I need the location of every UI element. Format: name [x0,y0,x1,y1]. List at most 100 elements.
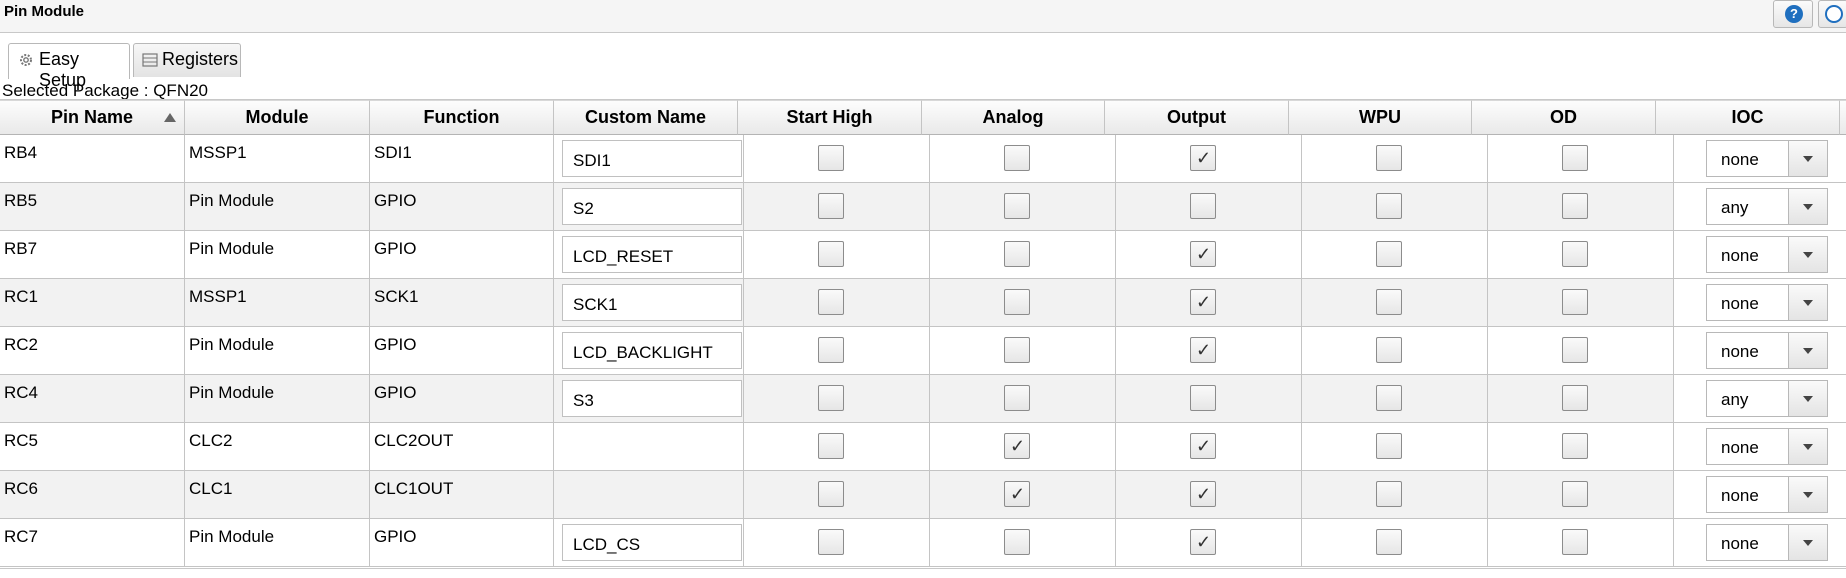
cell-output: ✓ [1116,135,1302,183]
ioc-dropdown-button[interactable] [1788,237,1827,272]
table-row[interactable]: RC6 CLC1 CLC1OUT ✓ ✓ none [0,471,1846,519]
start-high-checkbox[interactable] [818,193,844,219]
wpu-checkbox[interactable] [1376,193,1402,219]
ioc-select[interactable]: none [1706,332,1828,369]
cell-wpu [1302,375,1488,423]
custom-name-field[interactable]: LCD_RESET [562,236,742,273]
analog-checkbox[interactable] [1004,337,1030,363]
table-row[interactable]: RB5 Pin Module GPIO S2 any [0,183,1846,231]
analog-checkbox[interactable] [1004,529,1030,555]
table-row[interactable]: RB7 Pin Module GPIO LCD_RESET ✓ none [0,231,1846,279]
output-checkbox[interactable] [1190,385,1216,411]
ioc-select[interactable]: none [1706,476,1828,513]
start-high-checkbox[interactable] [818,145,844,171]
ioc-select[interactable]: none [1706,236,1828,273]
ioc-dropdown-button[interactable] [1788,141,1827,176]
custom-name-field[interactable]: LCD_CS [562,524,742,561]
output-checkbox[interactable]: ✓ [1190,481,1216,507]
analog-checkbox[interactable] [1004,385,1030,411]
column-header-start-high[interactable]: Start High [738,100,922,135]
start-high-checkbox[interactable] [818,289,844,315]
analog-checkbox[interactable]: ✓ [1004,481,1030,507]
table-row[interactable]: RC5 CLC2 CLC2OUT ✓ ✓ none [0,423,1846,471]
od-checkbox[interactable] [1562,193,1588,219]
column-header-module[interactable]: Module [185,100,370,135]
ioc-select[interactable]: none [1706,524,1828,561]
start-high-checkbox[interactable] [818,481,844,507]
start-high-checkbox[interactable] [818,385,844,411]
column-header-custom-name[interactable]: Custom Name [554,100,738,135]
tab-easy-setup[interactable]: Easy Setup [8,43,130,90]
table-row[interactable]: RC1 MSSP1 SCK1 SCK1 ✓ none [0,279,1846,327]
wpu-checkbox[interactable] [1376,289,1402,315]
output-checkbox[interactable] [1190,193,1216,219]
pin-name: RC7 [4,527,39,546]
wpu-checkbox[interactable] [1376,529,1402,555]
table-row[interactable]: RC2 Pin Module GPIO LCD_BACKLIGHT ✓ none [0,327,1846,375]
start-high-checkbox[interactable] [818,433,844,459]
ioc-dropdown-button[interactable] [1788,381,1827,416]
output-checkbox[interactable]: ✓ [1190,337,1216,363]
output-checkbox[interactable]: ✓ [1190,145,1216,171]
analog-checkbox[interactable] [1004,241,1030,267]
custom-name-field[interactable]: LCD_BACKLIGHT [562,332,742,369]
start-high-checkbox[interactable] [818,337,844,363]
column-header-analog[interactable]: Analog [922,100,1105,135]
ioc-dropdown-button[interactable] [1788,285,1827,320]
start-high-checkbox[interactable] [818,241,844,267]
custom-name-field[interactable]: SCK1 [562,284,742,321]
table-row[interactable]: RC7 Pin Module GPIO LCD_CS ✓ none [0,519,1846,567]
od-checkbox[interactable] [1562,385,1588,411]
globe-button[interactable] [1818,0,1846,28]
od-checkbox[interactable] [1562,481,1588,507]
output-checkbox[interactable]: ✓ [1190,529,1216,555]
ioc-select[interactable]: none [1706,140,1828,177]
wpu-checkbox[interactable] [1376,337,1402,363]
table-row[interactable]: RB4 MSSP1 SDI1 SDI1 ✓ none [0,135,1846,183]
od-checkbox[interactable] [1562,241,1588,267]
ioc-dropdown-button[interactable] [1788,477,1827,512]
wpu-checkbox[interactable] [1376,481,1402,507]
ioc-select[interactable]: none [1706,284,1828,321]
ioc-dropdown-button[interactable] [1788,189,1827,224]
analog-checkbox[interactable] [1004,289,1030,315]
od-checkbox[interactable] [1562,289,1588,315]
column-header-ioc[interactable]: IOC [1656,100,1840,135]
ioc-select[interactable]: none [1706,428,1828,465]
custom-name-field[interactable]: S3 [562,380,742,417]
ioc-select[interactable]: any [1706,380,1828,417]
table-row[interactable]: RC4 Pin Module GPIO S3 any [0,375,1846,423]
tab-registers-label: Registers [162,49,239,69]
output-checkbox[interactable]: ✓ [1190,433,1216,459]
cell-analog: ✓ [930,423,1116,471]
od-checkbox[interactable] [1562,145,1588,171]
column-header-output[interactable]: Output [1105,100,1289,135]
start-high-checkbox[interactable] [818,529,844,555]
tab-registers[interactable]: Registers [133,43,241,77]
wpu-checkbox[interactable] [1376,145,1402,171]
output-checkbox[interactable]: ✓ [1190,289,1216,315]
ioc-dropdown-button[interactable] [1788,429,1827,464]
od-checkbox[interactable] [1562,433,1588,459]
output-checkbox[interactable]: ✓ [1190,241,1216,267]
help-button[interactable]: ? [1773,0,1813,28]
analog-checkbox[interactable]: ✓ [1004,433,1030,459]
column-header-pin-name[interactable]: Pin Name [0,100,185,135]
wpu-checkbox[interactable] [1376,385,1402,411]
analog-checkbox[interactable] [1004,145,1030,171]
custom-name-field[interactable]: SDI1 [562,140,742,177]
od-checkbox[interactable] [1562,529,1588,555]
column-header-od[interactable]: OD [1472,100,1656,135]
wpu-checkbox[interactable] [1376,241,1402,267]
column-header-filler [1840,100,1846,135]
ioc-select[interactable]: any [1706,188,1828,225]
analog-checkbox[interactable] [1004,193,1030,219]
cell-custom: LCD_RESET [554,231,744,279]
od-checkbox[interactable] [1562,337,1588,363]
wpu-checkbox[interactable] [1376,433,1402,459]
column-header-function[interactable]: Function [370,100,554,135]
ioc-dropdown-button[interactable] [1788,333,1827,368]
custom-name-field[interactable]: S2 [562,188,742,225]
column-header-wpu[interactable]: WPU [1289,100,1472,135]
ioc-dropdown-button[interactable] [1788,525,1827,560]
